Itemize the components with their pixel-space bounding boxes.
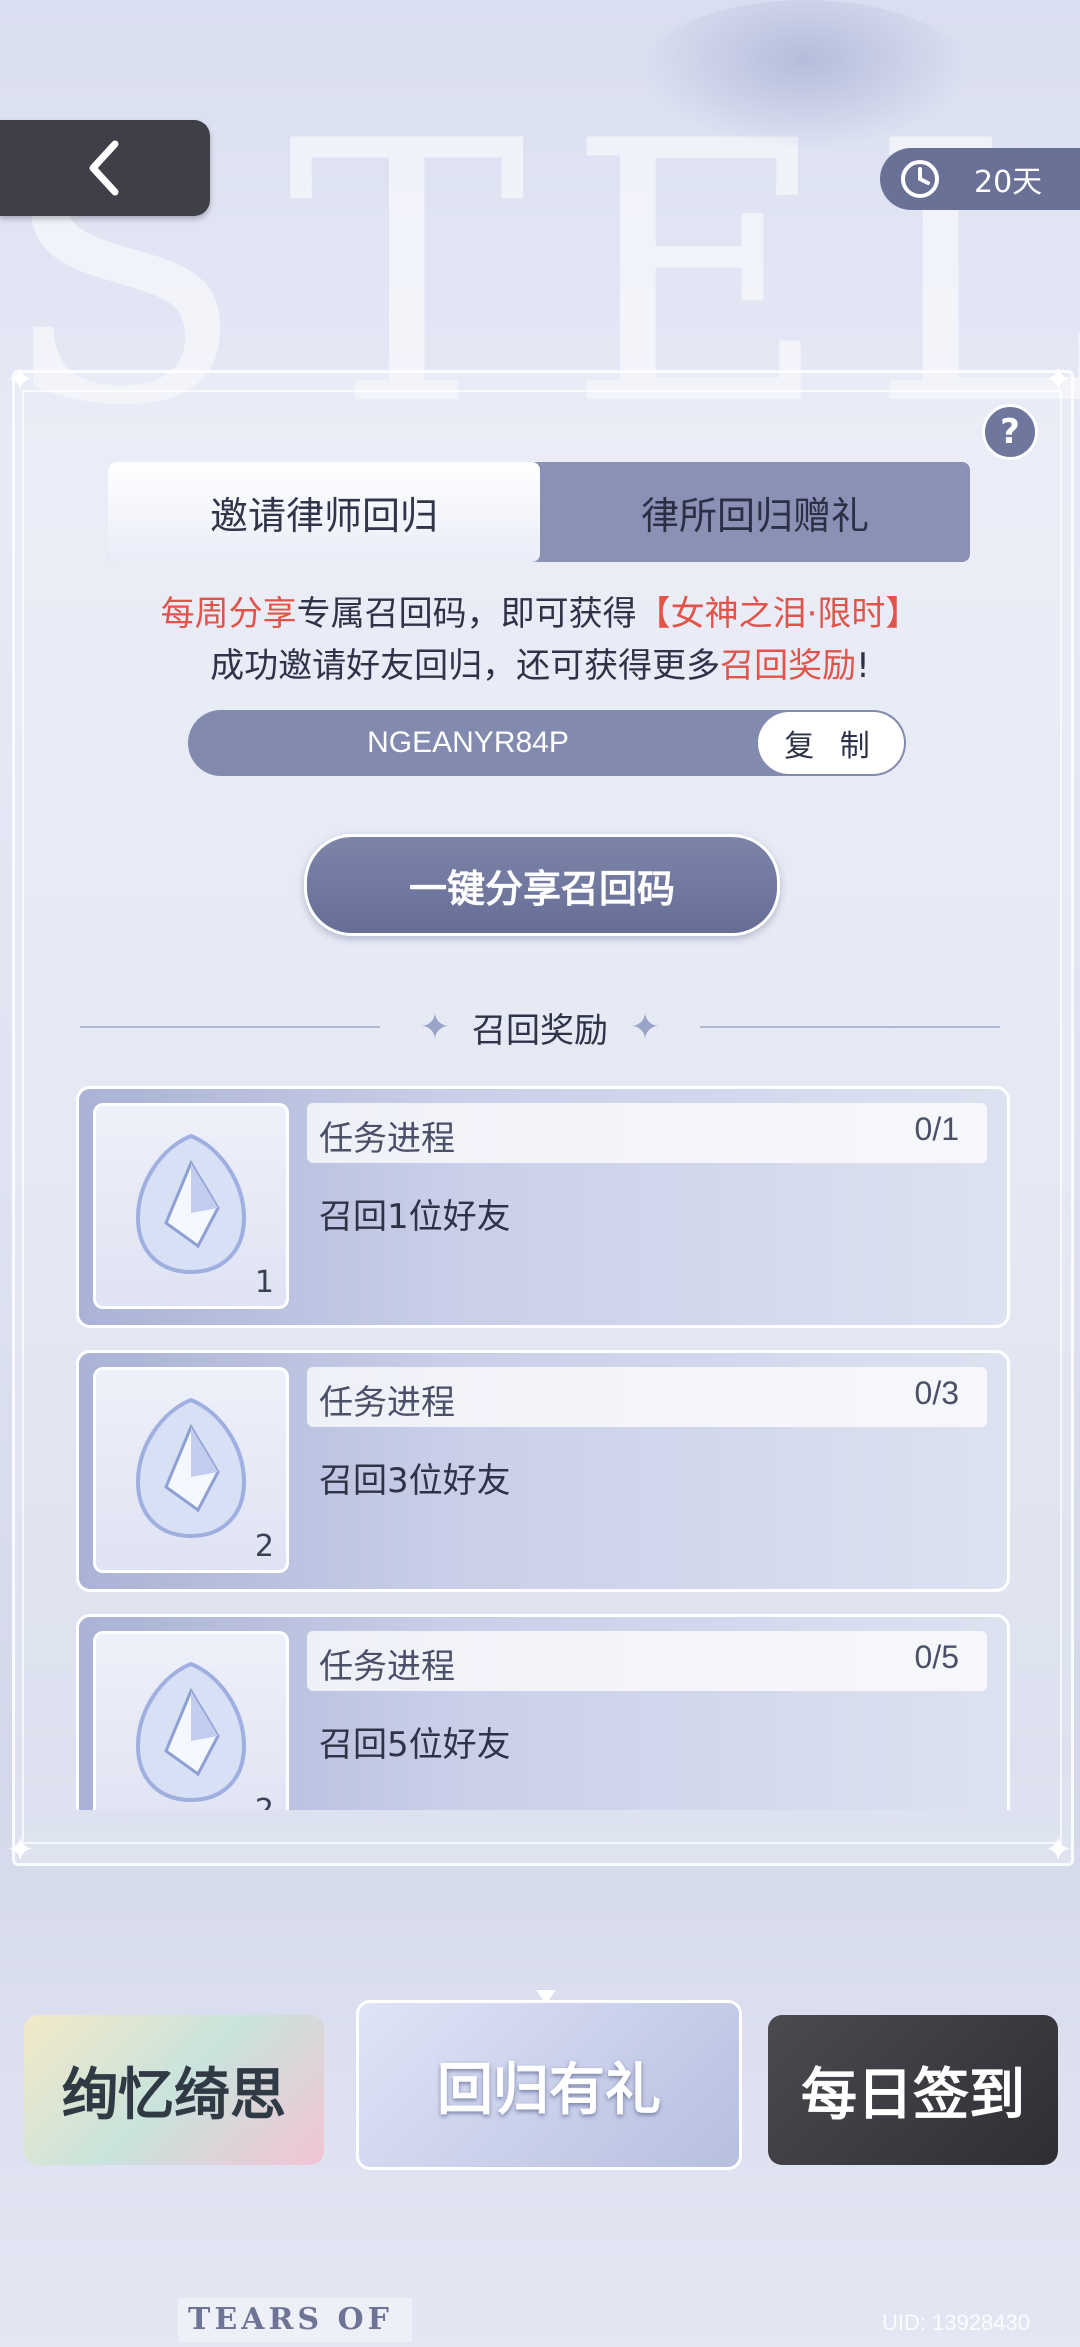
reward-quantity: 2 [254,1529,274,1564]
reward-task-list[interactable]: 1 任务进程 0/1 召回1位好友 2 任务进程 0/3 召回3位好友 任务进程… [70,1086,1010,1810]
task-card: 2 任务进程 0/5 召回5位好友 [76,1614,1010,1810]
tear-gem-icon [135,1133,247,1275]
remaining-time-badge: 20天 [880,148,1080,210]
recall-code-value: NGEANYR84P [367,726,569,759]
banner-memories-event[interactable]: 绚忆绮思 [24,2015,324,2165]
reward-item[interactable]: 1 [93,1103,289,1309]
task-progress-value: 0/1 [914,1111,959,1147]
task-card: 2 任务进程 0/3 召回3位好友 [76,1350,1010,1592]
task-card: 1 任务进程 0/1 召回1位好友 [76,1086,1010,1328]
sparkle-icon: ✦ [1044,1830,1073,1870]
banner-return-gift[interactable]: 回归有礼 [356,2000,742,2170]
sparkle-icon: ✦ [1044,360,1073,400]
rewards-section-title: ✦ 召回奖励 ✦ [419,1006,661,1051]
tear-gem-icon [135,1397,247,1539]
reward-quantity: 1 [254,1265,274,1300]
reward-item[interactable]: 2 [93,1631,289,1810]
info-line-1: 每周分享专属召回码，即可获得【女神之泪·限时】 [160,594,920,634]
sparkle-icon: ✦ [6,1830,35,1870]
chevron-left-icon [89,140,119,196]
banner-daily-checkin[interactable]: 每日签到 [768,2015,1058,2165]
task-progress: 任务进程 0/3 [307,1367,987,1427]
task-progress-value: 0/3 [914,1375,959,1411]
back-button[interactable] [0,120,210,216]
tab-bar: 邀请律师回归 律所回归赠礼 [108,462,970,562]
tab-firm-return-gift[interactable]: 律所回归赠礼 [540,462,970,562]
share-recall-code-button[interactable]: 一键分享召回码 [304,834,780,936]
task-description: 召回1位好友 [319,1197,511,1237]
event-banner-carousel: 绚忆绮思 回归有礼 每日签到 [0,1990,1080,2180]
user-id: UID: 13928430 [882,2310,1030,2335]
task-progress: 任务进程 0/5 [307,1631,987,1691]
brand-logo: TEARS OF [178,2298,412,2342]
bird-decoration [640,0,970,150]
task-progress-value: 0/5 [914,1639,959,1675]
tear-gem-icon [135,1661,247,1803]
reward-item[interactable]: 2 [93,1367,289,1573]
task-description: 召回5位好友 [319,1725,511,1765]
info-line-2: 成功邀请好友回归，还可获得更多召回奖励! [210,646,870,686]
task-description: 召回3位好友 [319,1461,511,1501]
recall-code-field: NGEANYR84P 复 制 [188,710,906,776]
task-progress: 任务进程 0/1 [307,1103,987,1163]
sparkle-icon: ✦ [6,360,35,400]
copy-button[interactable]: 复 制 [758,712,904,774]
reward-quantity: 2 [255,1793,274,1810]
question-icon: ? [1000,412,1020,452]
remaining-days: 20天 [974,165,1043,200]
sparkle-icon: ✦ [419,1006,450,1048]
clock-icon [901,160,939,198]
sparkle-icon: ✦ [630,1006,661,1048]
help-button[interactable]: ? [982,404,1038,460]
tab-invite-lawyer[interactable]: 邀请律师回归 [108,462,540,562]
